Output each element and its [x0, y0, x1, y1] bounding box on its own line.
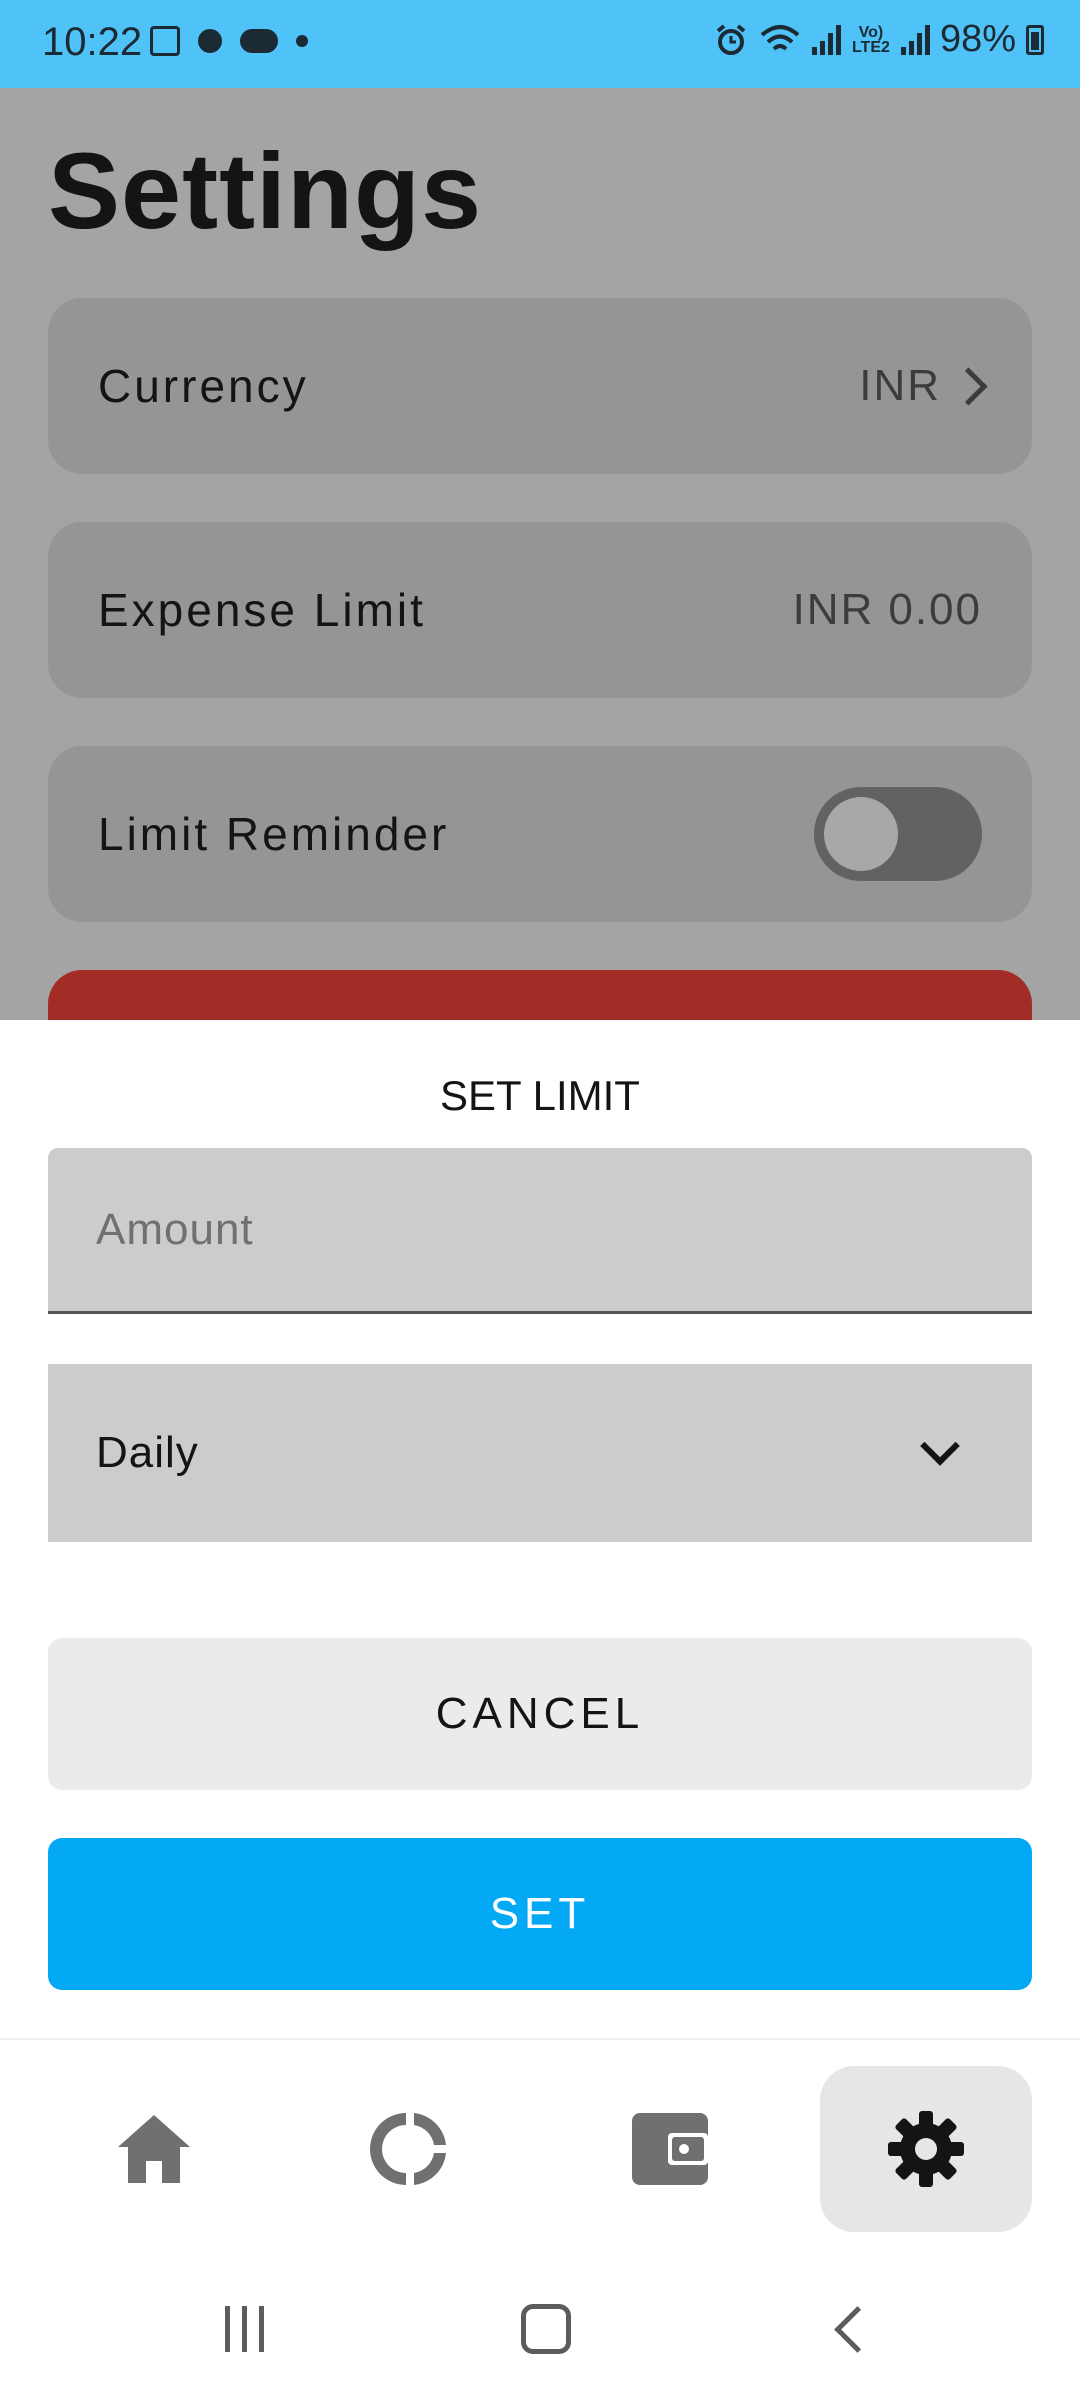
expense-limit-value: INR 0.00: [793, 585, 982, 635]
notification-icons: [150, 26, 308, 56]
currency-label: Currency: [98, 360, 309, 412]
chevron-right-icon: [949, 366, 988, 406]
expense-limit-currency: INR: [792, 585, 875, 634]
currency-value-text: INR: [859, 361, 941, 410]
limit-reminder-toggle[interactable]: [814, 787, 982, 881]
battery-icon: [1026, 24, 1044, 55]
back-icon: [833, 2305, 881, 2353]
period-select[interactable]: Daily: [48, 1364, 1032, 1542]
cancel-button[interactable]: CANCEL: [48, 1638, 1032, 1790]
chevron-down-icon: [920, 1426, 960, 1466]
expense-limit-label: Expense Limit: [98, 584, 426, 636]
system-icons: Vo) LTE2 98%: [714, 18, 1044, 61]
bottom-nav: [0, 2038, 1080, 2256]
signal-icon: [900, 24, 930, 55]
period-selected-value: Daily: [96, 1428, 199, 1477]
alarm-icon: [716, 23, 746, 55]
currency-value: INR: [859, 361, 988, 411]
set-button[interactable]: SET: [48, 1838, 1032, 1990]
stats-icon: [370, 2113, 446, 2185]
home-square-icon: [521, 2304, 571, 2354]
status-time: 10:22: [42, 20, 143, 64]
settings-screen: Settings Currency INR Expense Limit INR …: [0, 88, 1080, 1020]
page-title: Settings: [48, 130, 483, 251]
limit-reminder-label: Limit Reminder: [98, 808, 450, 860]
battery-percent: 98%: [939, 18, 1016, 60]
wallet-icon: [632, 2113, 708, 2185]
set-limit-dialog: SET LIMIT Daily CANCEL SET: [0, 1020, 1080, 2040]
back-button[interactable]: [810, 2294, 890, 2364]
amount-input[interactable]: [48, 1148, 1032, 1311]
nav-settings[interactable]: [820, 2066, 1032, 2232]
currency-row[interactable]: Currency INR: [48, 298, 1032, 474]
notification-icon: [198, 29, 222, 53]
nav-home[interactable]: [48, 2066, 260, 2232]
nav-stats[interactable]: [304, 2066, 516, 2232]
status-bar: 10:22 Vo) LTE2 98%: [0, 0, 1080, 88]
nav-wallet[interactable]: [564, 2066, 776, 2232]
amount-field: [48, 1148, 1032, 1314]
media-icon: [240, 29, 278, 53]
gear-icon: [888, 2111, 964, 2187]
image-icon: [150, 26, 180, 56]
toggle-knob: [824, 797, 898, 871]
dialog-title: SET LIMIT: [440, 1072, 640, 1119]
danger-button[interactable]: [48, 970, 1032, 1020]
limit-reminder-row: Limit Reminder: [48, 746, 1032, 922]
expense-limit-row[interactable]: Expense Limit INR 0.00: [48, 522, 1032, 698]
recents-button[interactable]: [204, 2294, 284, 2364]
wifi-icon: [760, 24, 800, 50]
recents-icon: [224, 2306, 230, 2352]
expense-limit-amount: 0.00: [888, 585, 982, 634]
system-home-button[interactable]: [506, 2294, 586, 2364]
home-icon: [118, 2115, 190, 2183]
system-nav-bar: [0, 2254, 1080, 2400]
signal-icon: [811, 24, 841, 55]
dot-icon: [296, 35, 308, 47]
network-label: Vo) LTE2: [851, 23, 890, 56]
